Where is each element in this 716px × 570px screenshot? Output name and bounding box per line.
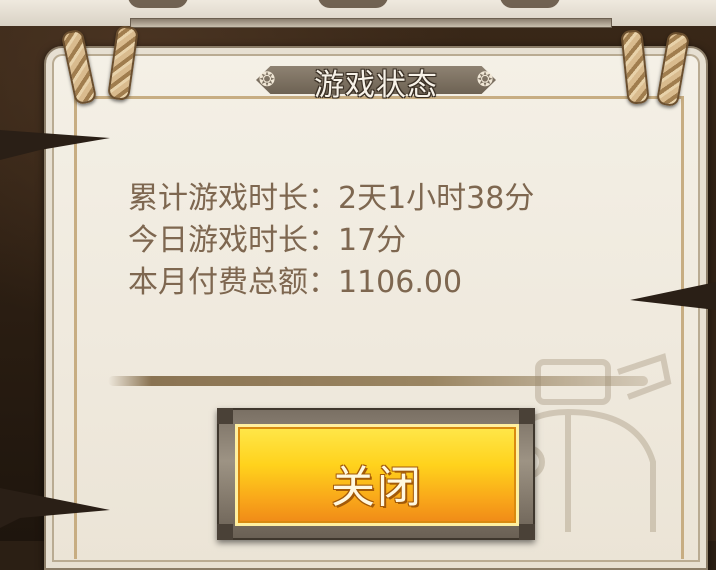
close-button-label: 关闭 [331,462,423,513]
close-button[interactable]: 关闭 [235,424,519,526]
stat-value: 2天1小时38分 [338,181,535,216]
stat-label: 今日游戏时长： [128,223,338,258]
frame-corner [519,408,535,424]
stat-month-payment: 本月付费总额：1106.00 [128,262,534,304]
top-tab-strip [0,0,716,28]
close-button-frame: 关闭 [217,408,535,540]
torn-edge-right [630,282,716,310]
frame-corner [217,524,233,540]
stat-total-playtime: 累计游戏时长：2天1小时38分 [128,178,534,220]
stat-value: 17分 [338,223,407,258]
top-rail [130,18,612,28]
top-tab-center[interactable] [318,0,388,8]
stat-value: 1106.00 [338,265,463,300]
top-tab-right[interactable] [500,0,560,8]
stat-label: 本月付费总额： [128,265,338,300]
top-tab-left[interactable] [128,0,188,8]
dialog-title-banner: ❂ ❂ 游戏状态 [246,58,506,103]
stat-today-playtime: 今日游戏时长：17分 [128,220,534,262]
stat-label: 累计游戏时长： [128,181,338,216]
frame-corner [519,524,535,540]
torn-edge-left-bottom [0,488,110,528]
torn-edge-left-top [0,130,110,160]
frame-corner [217,408,233,424]
stats-list: 累计游戏时长：2天1小时38分 今日游戏时长：17分 本月付费总额：1106.0… [128,178,534,304]
dialog-title: 游戏状态 [314,68,438,103]
